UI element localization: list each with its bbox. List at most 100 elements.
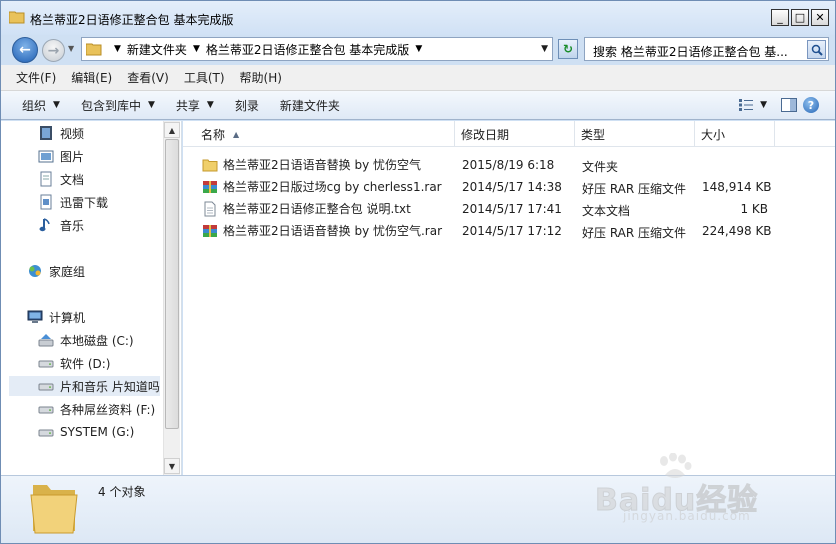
nav-item-label: 家庭组: [49, 264, 86, 279]
text-file-icon: [204, 201, 216, 216]
scroll-down-button[interactable]: ▼: [164, 458, 180, 474]
nav-item-drive-f[interactable]: 各种屌丝资料 (F:): [38, 399, 155, 419]
column-header-row: 名称 ▲ 修改日期 类型 大小: [183, 121, 835, 147]
nav-item-label: 音乐: [60, 218, 85, 233]
folder-icon: [86, 43, 102, 56]
drive-icon: [38, 406, 54, 414]
explorer-window: 格兰蒂亚2日语修正整合包 基本完成版 _ □ ✕ ← → ▼ ▼ 新建文件夹 ▼…: [0, 0, 836, 544]
computer-icon: [27, 310, 43, 323]
view-dropdown-icon[interactable]: ▼: [760, 100, 767, 110]
include-in-library-button[interactable]: 包含到库中 ▼: [81, 97, 155, 114]
address-row: ← → ▼ ▼ 新建文件夹 ▼ 格兰蒂亚2日语修正整合包 基本完成版 ▼ ▼ ↻…: [1, 35, 835, 63]
search-input[interactable]: 搜索 格兰蒂亚2日语修正整合包 基...: [584, 37, 829, 61]
scroll-up-button[interactable]: ▲: [164, 122, 180, 138]
file-type: 文本文档: [582, 204, 631, 218]
nav-item-downloads[interactable]: 迅雷下载: [38, 192, 108, 212]
file-name: 格兰蒂亚2日版过场cg by cherless1.rar: [223, 180, 442, 194]
rar-archive-icon: [203, 180, 217, 193]
recent-pages-dropdown[interactable]: ▼: [68, 44, 74, 53]
file-date: 2014/5/17 14:38: [462, 180, 562, 194]
picture-library-icon: [38, 150, 54, 163]
share-label: 共享: [175, 98, 200, 113]
sort-ascending-icon: ▲: [233, 129, 240, 139]
nav-item-video[interactable]: 视频: [38, 123, 84, 143]
menu-view[interactable]: 查看(V): [127, 69, 169, 86]
burn-button[interactable]: 刻录: [235, 97, 259, 114]
organize-button[interactable]: 组织 ▼: [22, 97, 60, 114]
nav-item-drive-e[interactable]: 片和音乐 片知道吗: [9, 376, 160, 396]
column-header-name[interactable]: 名称 ▲: [193, 121, 455, 147]
file-date: 2014/5/17 17:12: [462, 224, 562, 238]
menu-edit[interactable]: 编辑(E): [71, 69, 112, 86]
nav-item-drive-g[interactable]: SYSTEM (G:): [38, 422, 134, 442]
menu-tools[interactable]: 工具(T): [184, 69, 225, 86]
file-name: 格兰蒂亚2日语语音替换 by 忧伤空气.rar: [223, 224, 443, 238]
menu-bar: 文件(F) 编辑(E) 查看(V) 工具(T) 帮助(H): [1, 65, 835, 91]
chevron-down-icon: ▼: [147, 100, 155, 110]
nav-item-homegroup[interactable]: 家庭组: [27, 261, 85, 281]
column-header-type[interactable]: 类型: [575, 121, 695, 147]
nav-item-label: 视频: [60, 126, 85, 141]
nav-item-label: 文档: [60, 172, 85, 187]
nav-item-label: 各种屌丝资料 (F:): [60, 402, 156, 417]
share-button[interactable]: 共享 ▼: [176, 97, 214, 114]
item-count: 4 个对象: [98, 485, 146, 499]
file-size: 224,498 KB: [702, 224, 772, 238]
scrollbar-thumb[interactable]: [165, 139, 179, 429]
folder-icon: [202, 159, 218, 171]
forward-button[interactable]: →: [42, 39, 65, 62]
chevron-down-icon: ▼: [53, 100, 60, 110]
chevron-down-icon[interactable]: ▼: [415, 44, 422, 54]
system-drive-icon: [38, 334, 54, 347]
breadcrumb-item[interactable]: 新建文件夹: [127, 41, 187, 58]
file-type: 好压 RAR 压缩文件: [582, 226, 687, 240]
nav-item-pictures[interactable]: 图片: [38, 146, 84, 166]
file-row[interactable]: 格兰蒂亚2日版过场cg by cherless1.rar 2014/5/17 1…: [183, 176, 835, 198]
back-button[interactable]: ←: [12, 37, 38, 63]
nav-item-documents[interactable]: 文档: [38, 169, 84, 189]
file-row[interactable]: 格兰蒂亚2日语语音替换 by 忧伤空气 2015/8/19 6:18 文件夹: [183, 154, 835, 176]
nav-item-label: 本地磁盘 (C:): [60, 333, 134, 348]
maximize-button[interactable]: □: [791, 9, 809, 26]
nav-item-music[interactable]: 音乐: [38, 215, 84, 235]
homegroup-icon: [29, 265, 41, 277]
column-header-date[interactable]: 修改日期: [455, 121, 575, 147]
refresh-button[interactable]: ↻: [558, 39, 578, 59]
new-folder-button[interactable]: 新建文件夹: [280, 97, 340, 114]
nav-item-computer[interactable]: 计算机: [27, 307, 85, 327]
chevron-right-icon[interactable]: ▼: [193, 44, 200, 54]
preview-pane-icon[interactable]: [781, 98, 797, 112]
menu-file[interactable]: 文件(F): [16, 69, 56, 86]
file-name: 格兰蒂亚2日语语音替换 by 忧伤空气: [223, 158, 421, 172]
folder-icon: [30, 485, 78, 534]
help-icon[interactable]: ?: [803, 97, 819, 113]
column-header-size[interactable]: 大小: [695, 121, 775, 147]
file-type: 好压 RAR 压缩文件: [582, 182, 687, 196]
nav-item-label: 片和音乐 片知道吗: [60, 379, 160, 394]
column-header-label: 名称: [201, 127, 226, 142]
window-title: 格兰蒂亚2日语修正整合包 基本完成版: [30, 13, 234, 27]
title-bar[interactable]: 格兰蒂亚2日语修正整合包 基本完成版 _ □ ✕: [1, 1, 835, 35]
address-history-dropdown[interactable]: ▼: [541, 44, 548, 54]
file-row[interactable]: 格兰蒂亚2日语语音替换 by 忧伤空气.rar 2014/5/17 17:12 …: [183, 220, 835, 242]
watermark-url: jingyan.baidu.com: [623, 509, 751, 523]
menu-help[interactable]: 帮助(H): [240, 69, 282, 86]
breadcrumb-item[interactable]: 格兰蒂亚2日语修正整合包 基本完成版: [206, 41, 409, 58]
close-button[interactable]: ✕: [811, 9, 829, 26]
file-row[interactable]: 格兰蒂亚2日语修正整合包 说明.txt 2014/5/17 17:41 文本文档…: [183, 198, 835, 220]
document-library-icon: [40, 171, 52, 187]
rar-archive-icon: [203, 224, 217, 237]
include-label: 包含到库中: [80, 98, 141, 113]
chevron-right-icon[interactable]: ▼: [114, 44, 121, 54]
nav-item-label: 计算机: [49, 310, 86, 325]
navigation-scrollbar[interactable]: ▲ ▼: [163, 121, 180, 475]
search-placeholder: 搜索 格兰蒂亚2日语修正整合包 基...: [593, 45, 788, 59]
search-icon[interactable]: [807, 40, 826, 59]
file-size: 148,914 KB: [702, 180, 772, 194]
minimize-button[interactable]: _: [771, 9, 789, 26]
nav-item-drive-c[interactable]: 本地磁盘 (C:): [38, 330, 134, 350]
address-bar[interactable]: ▼ 新建文件夹 ▼ 格兰蒂亚2日语修正整合包 基本完成版 ▼ ▼: [81, 37, 553, 61]
video-library-icon: [40, 126, 52, 140]
view-options-icon[interactable]: [738, 98, 754, 112]
nav-item-drive-d[interactable]: 软件 (D:): [38, 353, 110, 373]
